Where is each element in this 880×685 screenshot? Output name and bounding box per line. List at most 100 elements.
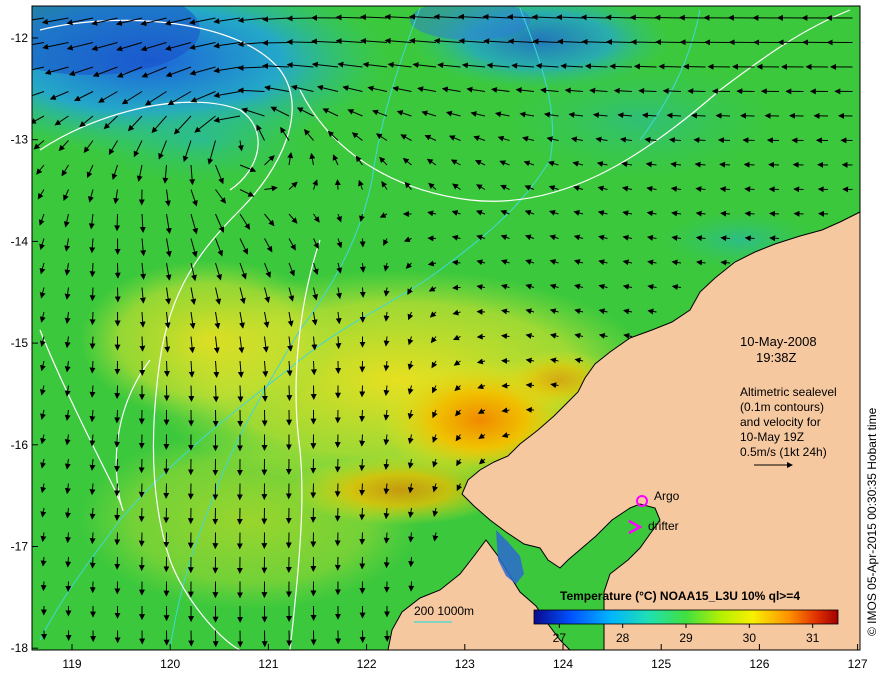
velocity-arrow xyxy=(770,189,779,190)
velocity-arrow xyxy=(659,66,681,67)
x-tick-label: 122 xyxy=(357,657,377,671)
y-tick-label: -13 xyxy=(11,133,29,147)
date-line-1: 10-May-2008 xyxy=(740,334,817,349)
colorbar-tick-label: 31 xyxy=(806,631,820,645)
velocity-arrow xyxy=(362,508,363,519)
velocity-arrow xyxy=(117,435,118,447)
y-tick-label: -14 xyxy=(11,234,29,248)
velocity-arrow xyxy=(770,238,779,239)
velocity-arrow xyxy=(632,42,657,43)
velocity-arrow xyxy=(117,410,118,422)
y-tick-label: -15 xyxy=(11,336,29,350)
velocity-arrow xyxy=(93,557,94,568)
altimetry-line-5: 0.5m/s (1kt 24h) xyxy=(740,445,827,459)
velocity-arrow xyxy=(288,42,314,43)
velocity-arrow xyxy=(314,361,315,374)
y-tick-label: -12 xyxy=(11,31,29,45)
velocity-arrow xyxy=(117,508,118,520)
velocity-arrow xyxy=(338,180,339,189)
velocity-arrow xyxy=(743,140,754,141)
x-tick-label: 120 xyxy=(160,657,180,671)
velocity-arrow xyxy=(117,484,118,496)
argo-label: Argo xyxy=(654,489,680,503)
colorbar-title: Temperature (°C) NOAA15_L3U 10% ql>=4 xyxy=(560,589,800,603)
velocity-arrow xyxy=(746,238,755,239)
velocity-arrow xyxy=(240,386,241,402)
velocity-arrow xyxy=(142,337,143,351)
velocity-arrow xyxy=(635,66,657,67)
map-canvas: 119 120 121 122 123 124 125 126 127 -12 -13 -14 -15 -… xyxy=(0,0,880,680)
x-tick-label: 119 xyxy=(62,657,81,671)
velocity-arrow xyxy=(362,410,363,421)
altimetry-line-3: and velocity for xyxy=(740,415,821,429)
velocity-arrow xyxy=(338,484,339,497)
velocity-arrow xyxy=(745,189,754,190)
velocity-arrow xyxy=(684,67,706,68)
colorbar-gradient xyxy=(534,610,838,624)
velocity-arrow xyxy=(142,508,143,521)
velocity-arrow xyxy=(745,164,755,165)
velocity-arrow xyxy=(719,140,730,141)
velocity-arrow xyxy=(216,386,217,402)
velocity-arrow xyxy=(92,337,93,349)
velocity-arrow xyxy=(720,164,730,165)
velocity-arrow xyxy=(362,435,363,446)
velocity-arrow xyxy=(142,459,143,472)
colorbar-tick-label: 28 xyxy=(616,631,630,645)
colorbar-tick-label: 30 xyxy=(743,631,757,645)
velocity-arrow xyxy=(363,288,364,297)
velocity-arrow xyxy=(527,385,534,386)
velocity-arrow xyxy=(191,386,192,402)
velocity-arrow xyxy=(265,386,266,401)
altimetry-line-2: (0.1m contours) xyxy=(740,400,824,414)
velocity-arrow xyxy=(337,17,363,18)
colorbar-tick-label: 27 xyxy=(553,631,567,645)
velocity-arrow xyxy=(664,91,681,92)
velocity-arrow xyxy=(142,484,143,497)
velocity-arrow xyxy=(68,557,69,567)
y-tick-label: -18 xyxy=(11,641,29,655)
velocity-arrow xyxy=(362,533,363,545)
velocity-arrow xyxy=(263,43,289,44)
y-tick-label: -17 xyxy=(11,540,29,554)
velocity-arrow xyxy=(117,533,118,545)
velocity-arrow xyxy=(117,459,118,471)
velocity-arrow xyxy=(746,213,755,214)
velocity-arrow xyxy=(362,386,363,397)
velocity-arrow xyxy=(795,214,804,215)
velocity-arrow xyxy=(688,91,705,92)
velocity-arrow xyxy=(607,42,632,43)
velocity-arrow xyxy=(288,18,314,19)
velocity-arrow xyxy=(387,557,388,567)
velocity-arrow xyxy=(92,312,93,324)
x-tick-label: 124 xyxy=(553,657,573,671)
velocity-arrow xyxy=(411,557,412,566)
velocity-arrow xyxy=(338,337,339,349)
sst-map: 119 120 121 122 123 124 125 126 127 -12 -13 -14 -15 -… xyxy=(0,0,880,680)
velocity-arrow xyxy=(770,213,779,214)
velocity-arrow xyxy=(92,263,93,276)
x-tick-label: 127 xyxy=(848,657,868,671)
y-tick-label: -16 xyxy=(11,438,29,452)
bathymetry-legend-label: 200 1000m xyxy=(414,604,474,618)
velocity-arrow xyxy=(338,508,339,521)
credit-text: © IMOS 05-Apr-2015 00:30:35 Hobart time xyxy=(865,407,879,636)
velocity-arrow xyxy=(117,214,118,230)
x-tick-label: 121 xyxy=(258,657,278,671)
date-line-2: 19:38Z xyxy=(756,350,797,365)
velocity-arrow xyxy=(386,533,387,543)
velocity-arrow xyxy=(769,165,779,166)
x-tick-label: 123 xyxy=(455,657,475,671)
x-tick-label: 126 xyxy=(749,657,769,671)
colorbar-tick-label: 29 xyxy=(679,631,693,645)
x-tick-label: 125 xyxy=(651,657,671,671)
altimetry-line-1: Altimetric sealevel xyxy=(740,385,837,399)
velocity-arrow xyxy=(43,582,44,591)
velocity-arrow xyxy=(338,459,339,472)
velocity-arrow xyxy=(692,115,706,116)
velocity-arrow xyxy=(717,116,731,117)
velocity-arrow xyxy=(92,288,93,301)
velocity-arrow xyxy=(606,17,632,18)
drifter-label: drifter xyxy=(648,519,679,533)
altimetry-line-4: 10-May 19Z xyxy=(740,430,804,444)
